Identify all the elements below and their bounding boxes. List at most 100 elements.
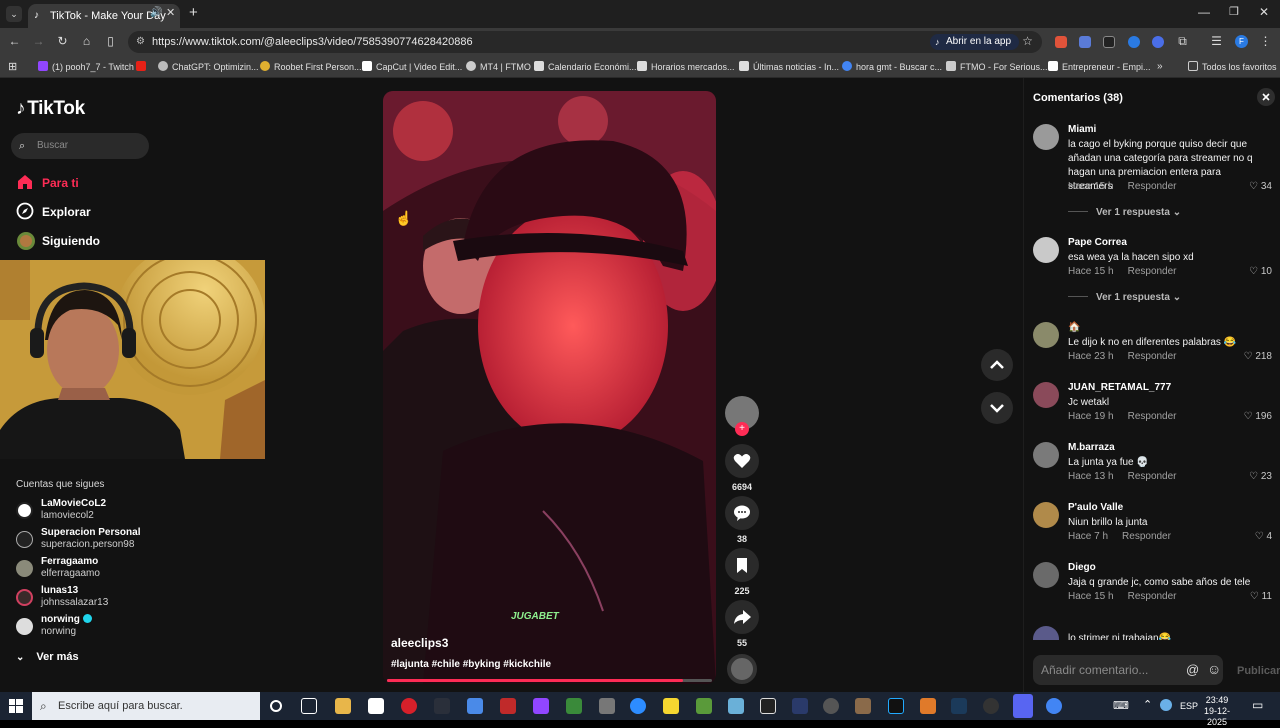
extension-5-icon[interactable] (1152, 36, 1164, 48)
view-replies-button[interactable]: Ver 1 respuesta ⌄ (1068, 207, 1181, 218)
comment-like[interactable]: ♡ 34 (1249, 181, 1272, 192)
tab-audio-icon[interactable]: 🔊 (150, 7, 162, 18)
nav-item-para-ti[interactable]: Para ti (16, 173, 79, 191)
bookmark-item[interactable]: hora gmt - Buscar c... (842, 61, 942, 72)
cortana-icon[interactable] (270, 700, 282, 712)
comment-like[interactable]: ♡ 23 (1249, 471, 1272, 482)
extension-4-icon[interactable] (1128, 36, 1140, 48)
steam-icon[interactable] (951, 698, 967, 714)
nav-item-explorar[interactable]: Explorar (16, 202, 91, 220)
like-button[interactable]: 6694 (725, 444, 759, 492)
site-info-icon[interactable]: ⚙ (136, 31, 145, 53)
tiktok-logo[interactable]: ♪ TikTok (16, 98, 85, 120)
video-author[interactable]: aleeclips3 (391, 636, 448, 650)
bookmark-item[interactable]: MT4 | FTMO (466, 61, 531, 72)
chrome-icon[interactable] (1046, 698, 1062, 714)
notepad-icon[interactable] (368, 698, 384, 714)
app-icon[interactable] (434, 698, 450, 714)
reply-button[interactable]: Responder (1128, 471, 1177, 482)
taskbar-search-input[interactable]: ⌕ Escribe aquí para buscar. (32, 692, 260, 720)
music-disc-button[interactable] (725, 654, 759, 684)
back-icon[interactable]: ← (8, 35, 21, 48)
twitch-icon[interactable] (533, 698, 549, 714)
close-comments-button[interactable] (1257, 88, 1275, 106)
bookmark-item[interactable]: FTMO - For Serious... (946, 61, 1048, 72)
comment-like[interactable]: ♡ 218 (1244, 351, 1272, 362)
comment-username[interactable]: M.barraza (1068, 442, 1115, 453)
avatar[interactable] (1033, 382, 1059, 408)
comment-like[interactable]: ♡ 10 (1249, 266, 1272, 277)
youtube-bookmark-icon[interactable] (136, 61, 150, 72)
post-comment-button[interactable]: Publicar (1237, 665, 1280, 677)
network-icon[interactable] (1160, 699, 1172, 711)
bookmark-item[interactable]: Horarios mercados... (637, 61, 735, 72)
reply-button[interactable]: Responder (1128, 411, 1177, 422)
app-icon[interactable] (566, 698, 582, 714)
save-button[interactable]: 225 (725, 548, 759, 596)
mention-icon[interactable]: @ (1186, 662, 1199, 677)
search-input[interactable]: ⌕ Buscar (11, 133, 149, 159)
address-bar[interactable]: ⚙ https://www.tiktok.com/@aleeclips3/vid… (128, 31, 1042, 53)
app-icon[interactable] (728, 698, 744, 714)
reply-button[interactable]: Responder (1122, 531, 1171, 542)
all-favorites-folder[interactable]: Todos los favoritos (1188, 61, 1277, 72)
comment-like[interactable]: ♡ 196 (1244, 411, 1272, 422)
app-icon[interactable] (599, 698, 615, 714)
app-icon[interactable] (500, 698, 516, 714)
minecraft-icon[interactable] (696, 698, 712, 714)
extensions-puzzle-icon[interactable]: ⧉ (1176, 35, 1189, 48)
comment-username[interactable]: JUAN_RETAMAL_777 (1068, 382, 1171, 393)
bookmark-item[interactable]: CapCut | Video Edit... (362, 61, 462, 72)
split-view-icon[interactable]: ▯ (104, 35, 117, 48)
minimize-button[interactable]: — (1198, 5, 1210, 19)
tab-list-button[interactable]: ⌄ (6, 6, 22, 22)
comment-username[interactable]: 🏠 (1068, 322, 1080, 333)
app-icon[interactable] (792, 698, 808, 714)
more-bookmarks-icon[interactable]: » (1157, 61, 1163, 72)
task-view-icon[interactable] (301, 698, 317, 714)
tab-close-icon[interactable]: ✕ (166, 6, 175, 19)
avatar[interactable] (1033, 442, 1059, 468)
reload-icon[interactable]: ↻ (56, 35, 69, 48)
bookmark-item[interactable]: Últimas noticias - In... (739, 61, 839, 72)
settings-icon[interactable] (823, 698, 839, 714)
video-hashtags[interactable]: #lajunta #chile #byking #kickchile (391, 659, 551, 670)
reply-button[interactable]: Responder (1128, 266, 1177, 277)
forward-icon[interactable]: → (32, 35, 45, 48)
share-button[interactable]: 55 (725, 600, 759, 648)
nav-item-siguiendo[interactable]: Siguiendo (16, 231, 100, 250)
new-tab-button[interactable]: + (189, 4, 198, 21)
creator-avatar-button[interactable]: + (725, 396, 759, 436)
apps-grid-icon[interactable]: ⊞ (8, 60, 17, 73)
avatar[interactable] (1033, 124, 1059, 150)
profile-avatar[interactable]: F (1235, 35, 1248, 48)
comment-username[interactable]: P'aulo Valle (1068, 502, 1123, 513)
comment-username[interactable]: Pape Correa (1068, 237, 1127, 248)
avatar[interactable] (1033, 562, 1059, 588)
sticky-notes-icon[interactable] (663, 698, 679, 714)
followed-account[interactable]: LaMovieCoL2 lamoviecol2 (16, 498, 156, 524)
reply-button[interactable]: Responder (1128, 351, 1177, 362)
browser-menu-icon[interactable]: ⋮ (1259, 35, 1272, 48)
extension-3-icon[interactable] (1103, 36, 1115, 48)
comment-username[interactable]: Miami (1068, 124, 1096, 135)
extension-2-icon[interactable] (1079, 36, 1091, 48)
tiktok-app-icon[interactable] (888, 698, 904, 714)
reading-list-icon[interactable]: ☰ (1210, 35, 1223, 48)
comment-like[interactable]: ♡ 11 (1250, 591, 1272, 602)
discord-icon[interactable] (1013, 694, 1033, 718)
followed-account[interactable]: Ferragaamo elferragaamo (16, 556, 156, 582)
windows-start-icon[interactable] (9, 699, 23, 713)
app-icon[interactable] (855, 698, 871, 714)
opera-icon[interactable] (401, 698, 417, 714)
avatar[interactable] (1033, 237, 1059, 263)
extension-1-icon[interactable] (1055, 36, 1067, 48)
copilot-icon[interactable] (467, 698, 483, 714)
next-video-button[interactable] (981, 392, 1013, 424)
taskbar-clock[interactable]: 23:49 19-12-2025 (1196, 695, 1238, 728)
reply-button[interactable]: Responder (1128, 591, 1177, 602)
followed-account[interactable]: norwing norwing (16, 614, 156, 640)
reply-button[interactable]: Responder (1128, 181, 1177, 192)
emoji-icon[interactable]: ☺ (1207, 661, 1221, 677)
zoom-icon[interactable] (630, 698, 646, 714)
